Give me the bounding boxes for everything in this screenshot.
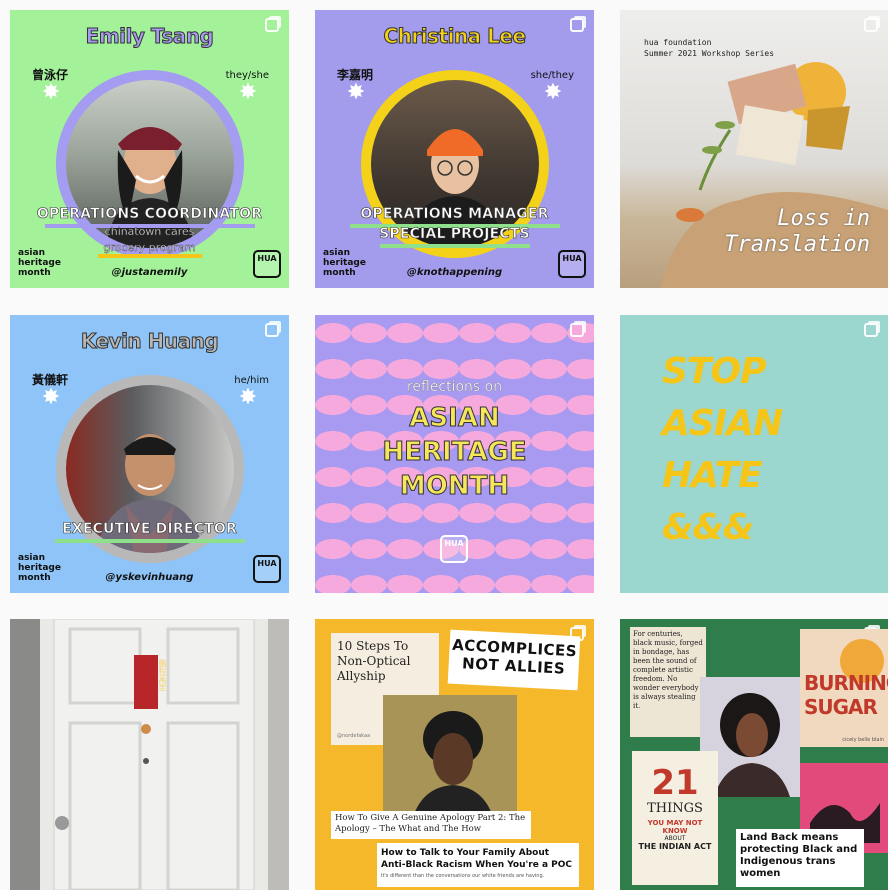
quote-card: For centuries, black music, forged in bo… <box>630 627 706 737</box>
workshop-title-line2: Translation <box>724 232 870 257</box>
role-subtitle: chinatown cares <box>104 225 195 238</box>
instagram-handle: @knothappening <box>406 267 503 278</box>
burning-title: BURNING <box>804 671 888 695</box>
book-things: THINGS <box>647 801 703 816</box>
post-loss-in-translation[interactable]: hua foundation Summer 2021 Workshop Seri… <box>620 10 888 288</box>
landback-text: Land Back means protecting Black and Ind… <box>740 832 858 879</box>
portrait-photo <box>65 80 234 248</box>
role-title: OPERATIONS MANAGER <box>360 206 549 223</box>
hua-logo: HUA <box>253 250 281 278</box>
door-sign: 鵬程萬里 <box>158 659 167 691</box>
hua-logo: HUA <box>440 535 468 563</box>
accomplices-card: ACCOMPLICES NOT ALLIES <box>447 629 581 691</box>
underline-bar <box>97 254 202 258</box>
profile-name: Kevin Huang <box>80 329 219 354</box>
book-indian-act: THE INDIAN ACT <box>638 842 712 851</box>
apology-card: How To Give A Genuine Apology Part 2: Th… <box>331 811 531 839</box>
multiple-images-icon <box>570 323 584 337</box>
slogan-line3: HATE <box>662 455 763 496</box>
steps-title: 10 Steps To Non-Optical Allyship <box>337 639 411 683</box>
slogan-line1: STOP <box>662 351 766 392</box>
sparkle-icon: ✸ <box>543 80 563 105</box>
burning-sugar-cover: BURNING SUGAR cicely belle blain <box>800 629 888 747</box>
sparkle-icon: ✸ <box>41 80 61 105</box>
role-title: OPERATIONS COORDINATOR <box>36 206 263 223</box>
post-allyship-collage[interactable]: 10 Steps To Non-Optical Allyship @nordef… <box>315 619 594 890</box>
sparkle-icon: ✸ <box>346 80 366 105</box>
book-about: ABOUT <box>664 835 686 842</box>
steps-credit: @nordefakaa <box>337 733 371 739</box>
post-stop-asian-hate[interactable]: STOP ASIAN HATE &&& <box>620 315 888 593</box>
post-asian-heritage-month[interactable]: reflections on ASIAN HERITAGE MONTH HUA <box>315 315 594 593</box>
reflections-label: reflections on <box>406 379 503 395</box>
instagram-handle: @yskevinhuang <box>105 572 194 583</box>
underline-bar <box>379 244 530 248</box>
post-kevin-huang[interactable]: Kevin Huang 黃儀軒 he/him ✸ ✸ EXECUTIVE DIR… <box>10 315 289 593</box>
indian-act-cover: 21 THINGS YOU MAY NOT KNOW ABOUT THE IND… <box>632 751 718 885</box>
workshop-title-line1: Loss in <box>777 206 870 231</box>
talk-text: How to Talk to Your Family About Anti-Bl… <box>381 848 573 870</box>
post-christina-lee[interactable]: Christina Lee 李嘉明 she/they ✸ ✸ OPERATION… <box>315 10 594 288</box>
profile-name: Emily Tsang <box>85 24 214 49</box>
book-maynot: YOU MAY NOT KNOW <box>647 819 703 835</box>
quote-text: For centuries, black music, forged in bo… <box>633 630 703 710</box>
burning-author: cicely belle blain <box>842 737 884 743</box>
post-door-photo[interactable]: 鵬程萬里 <box>10 619 289 890</box>
heading-line2: HERITAGE <box>382 437 527 468</box>
post-emily-tsang[interactable]: Emily Tsang 曾泳仔 they/she ✸ ✸ OPERATIONS … <box>10 10 289 288</box>
underline-bar <box>54 539 245 543</box>
multiple-images-icon <box>864 323 878 337</box>
sparkle-icon: ✸ <box>238 80 258 105</box>
talk-card: How to Talk to Your Family About Anti-Bl… <box>377 843 579 887</box>
profile-name: Christina Lee <box>383 24 527 49</box>
role-subtitle: SPECIAL PROJECTS <box>379 226 530 243</box>
hua-logo: HUA <box>558 250 586 278</box>
slogan-line4: &&& <box>662 507 754 548</box>
heading-line1: ASIAN <box>409 403 500 434</box>
portrait-card <box>383 695 517 817</box>
hua-logo: HUA <box>253 555 281 583</box>
portrait-photo <box>370 80 539 248</box>
role-title: EXECUTIVE DIRECTOR <box>62 521 237 538</box>
heading-line3: MONTH <box>399 471 510 502</box>
instagram-handle: @justanemily <box>111 267 188 278</box>
landback-card: Land Back means protecting Black and Ind… <box>736 829 864 887</box>
apology-text: How To Give A Genuine Apology Part 2: Th… <box>335 813 526 834</box>
post-reading-collage[interactable]: For centuries, black music, forged in bo… <box>620 619 888 890</box>
sparkle-icon: ✸ <box>238 385 258 410</box>
talk-subtext: It's different than the conversations ou… <box>381 873 545 879</box>
slogan-line2: ASIAN <box>662 403 783 444</box>
sugar-title: SUGAR <box>804 695 878 719</box>
sparkle-icon: ✸ <box>41 385 61 410</box>
book-number: 21 <box>651 763 699 803</box>
